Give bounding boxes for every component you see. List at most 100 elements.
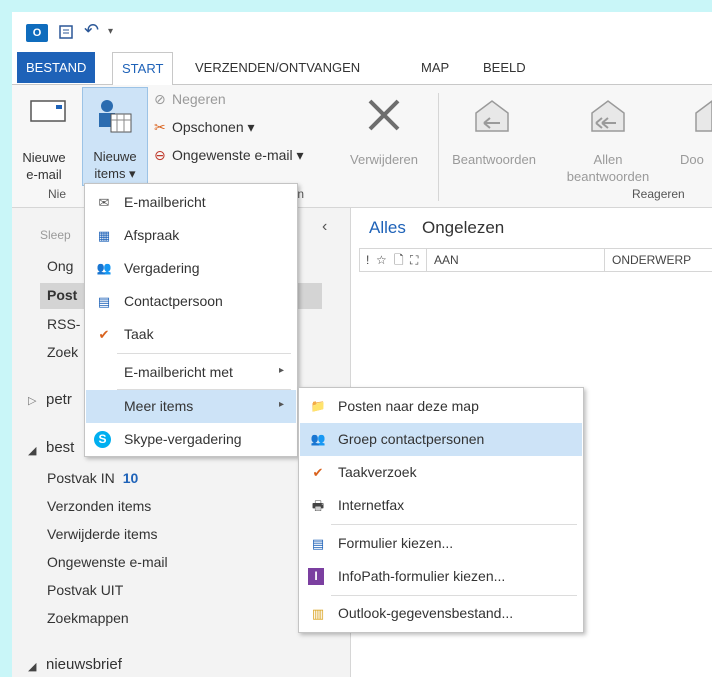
new-email-button[interactable]: Nieuwe e-mail: [12, 149, 76, 183]
account-best[interactable]: best: [46, 439, 74, 456]
junk-icon: ⊖: [154, 147, 166, 163]
menu-item-skype[interactable]: S Skype-vergadering: [86, 423, 296, 456]
menu-item-email[interactable]: ✉ E-mailbericht: [86, 186, 296, 219]
folder-sent[interactable]: Verzonden items: [47, 498, 151, 514]
ribbon-separator: [438, 93, 439, 201]
account-petr[interactable]: petr: [46, 391, 72, 408]
group-respond-label: Reageren: [632, 187, 685, 201]
attachment-icon[interactable]: ⛶: [410, 249, 418, 271]
tab-start[interactable]: START: [112, 52, 174, 86]
tab-verzenden-ontvangen[interactable]: VERZENDEN/ONTVANGEN: [186, 52, 369, 83]
filter-all[interactable]: Alles: [369, 218, 406, 238]
submenu-item-contact-group[interactable]: 👥 Groep contactpersonen: [300, 423, 582, 456]
account-nieuwsbrief[interactable]: nieuwsbrief: [46, 656, 122, 673]
menu-separator: [117, 353, 291, 354]
menu-item-task-label: Taak: [124, 326, 154, 342]
tab-bestand[interactable]: BESTAND: [17, 52, 96, 83]
submenu-item-task-request-label: Taakverzoek: [338, 464, 417, 480]
forward-icon: [692, 99, 712, 138]
column-subject[interactable]: ONDERWERP: [612, 249, 691, 271]
folder-deleted[interactable]: Verwijderde items: [47, 526, 158, 542]
delete-button[interactable]: Verwijderen: [338, 151, 430, 168]
skype-icon: S: [94, 431, 111, 448]
ignore-button[interactable]: ⊘ Negeren: [154, 91, 226, 108]
menu-item-more-items-label: Meer items: [124, 398, 194, 414]
menu-item-meeting-label: Vergadering: [124, 260, 200, 276]
new-email-label-2: e-mail: [26, 167, 62, 182]
submenu-item-choose-form-label: Formulier kiezen...: [338, 535, 454, 551]
group-new-label: Nie: [48, 187, 67, 201]
collapse-pane-icon[interactable]: ‹: [322, 218, 327, 236]
collapse-account-icon[interactable]: ◢: [28, 444, 36, 457]
submenu-item-post-label: Posten naar deze map: [338, 398, 479, 414]
new-email-icon: [30, 97, 70, 130]
folder-item-partial-search[interactable]: Zoek: [47, 344, 78, 360]
reply-button[interactable]: Beantwoorden: [442, 151, 546, 168]
folder-item-partial-selected[interactable]: Post: [47, 287, 77, 303]
ribbon-tabs: BESTAND START VERZENDEN/ONTVANGEN MAP BE…: [12, 52, 712, 86]
menu-item-email-with[interactable]: E-mailbericht met ▸: [86, 356, 296, 389]
folder-search-folders[interactable]: Zoekmappen: [47, 610, 129, 626]
folder-item-partial-rss[interactable]: RSS-: [47, 316, 80, 332]
filter-unread[interactable]: Ongelezen: [422, 218, 504, 238]
menu-item-meeting[interactable]: 👥 Vergadering: [86, 252, 296, 285]
collapse-newsletter-icon[interactable]: ◢: [28, 660, 36, 673]
delete-icon: [364, 95, 404, 140]
submenu-item-internet-fax[interactable]: 🖶 Internetfax: [300, 489, 582, 522]
new-items-button[interactable]: Nieuwe items ▾: [82, 87, 148, 186]
menu-item-more-items[interactable]: Meer items ▸: [86, 390, 296, 423]
menu-item-email-label: E-mailbericht: [124, 194, 206, 210]
submenu-item-data-file[interactable]: ▥ Outlook-gegevensbestand...: [300, 597, 582, 630]
column-divider: [604, 249, 605, 271]
task-icon: ✔: [98, 327, 110, 342]
column-to[interactable]: AAN: [434, 249, 459, 271]
more-items-submenu: 📁 Posten naar deze map 👥 Groep contactpe…: [298, 387, 584, 633]
undo-icon[interactable]: ↶: [84, 20, 99, 41]
customize-quick-access-icon[interactable]: ▾: [108, 26, 113, 37]
menu-separator: [331, 595, 577, 596]
cleanup-button[interactable]: ✂ Opschonen ▾: [154, 119, 255, 136]
new-items-label-2: items ▾: [94, 166, 136, 181]
forward-button[interactable]: Doo: [680, 151, 712, 168]
tab-beeld[interactable]: BEELD: [474, 52, 535, 83]
reply-all-label-1: Allen: [593, 152, 623, 167]
menu-item-contact[interactable]: ▤ Contactpersoon: [86, 285, 296, 318]
submenu-item-contact-group-label: Groep contactpersonen: [338, 431, 485, 447]
form-icon: ▤: [311, 536, 325, 551]
unread-count: 10: [122, 470, 139, 486]
new-items-icon: [97, 96, 133, 141]
favorites-hint: Sleep: [40, 228, 71, 242]
submenu-item-infopath-label: InfoPath-formulier kiezen...: [338, 568, 506, 584]
menu-item-task[interactable]: ✔ Taak: [86, 318, 296, 351]
post-folder-icon: 📁: [310, 399, 326, 413]
menu-item-appointment[interactable]: ▦ Afspraak: [86, 219, 296, 252]
send-receive-icon[interactable]: [58, 23, 76, 45]
folder-inbox[interactable]: Postvak IN 10: [47, 470, 138, 486]
new-items-label-1: Nieuwe: [93, 149, 137, 164]
menu-item-skype-label: Skype-vergadering: [124, 431, 242, 447]
calendar-icon: ▦: [97, 228, 111, 243]
folder-outbox[interactable]: Postvak UIT: [47, 582, 123, 598]
ignore-label: Negeren: [172, 91, 226, 107]
junk-button[interactable]: ⊖ Ongewenste e-mail ▾: [154, 147, 304, 164]
reply-all-button[interactable]: Allen beantwoorden: [552, 151, 664, 185]
contact-card-icon: ▤: [97, 294, 111, 309]
folder-junk[interactable]: Ongewenste e-mail: [47, 554, 168, 570]
folder-item-partial[interactable]: Ong: [47, 258, 73, 274]
outlook-logo-icon: O: [26, 24, 48, 42]
submenu-item-choose-form[interactable]: ▤ Formulier kiezen...: [300, 527, 582, 560]
column-divider: [426, 249, 427, 271]
importance-icon[interactable]: !: [366, 249, 369, 271]
reminder-icon[interactable]: ☆: [376, 249, 387, 271]
submenu-item-post[interactable]: 📁 Posten naar deze map: [300, 390, 582, 423]
cleanup-icon: ✂: [154, 119, 166, 135]
item-type-icon[interactable]: 🗋: [394, 249, 404, 271]
submenu-item-infopath[interactable]: I InfoPath-formulier kiezen...: [300, 560, 582, 593]
submenu-item-data-file-label: Outlook-gegevensbestand...: [338, 605, 514, 621]
data-file-icon: ▥: [311, 606, 325, 621]
submenu-item-task-request[interactable]: ✔ Taakverzoek: [300, 456, 582, 489]
tab-map[interactable]: MAP: [412, 52, 458, 83]
outlook-window: O ↶ ▾ BESTAND START VERZENDEN/ONTVANGEN …: [12, 12, 712, 677]
expand-account-icon[interactable]: ▷: [28, 394, 36, 407]
infopath-icon: I: [308, 568, 324, 585]
